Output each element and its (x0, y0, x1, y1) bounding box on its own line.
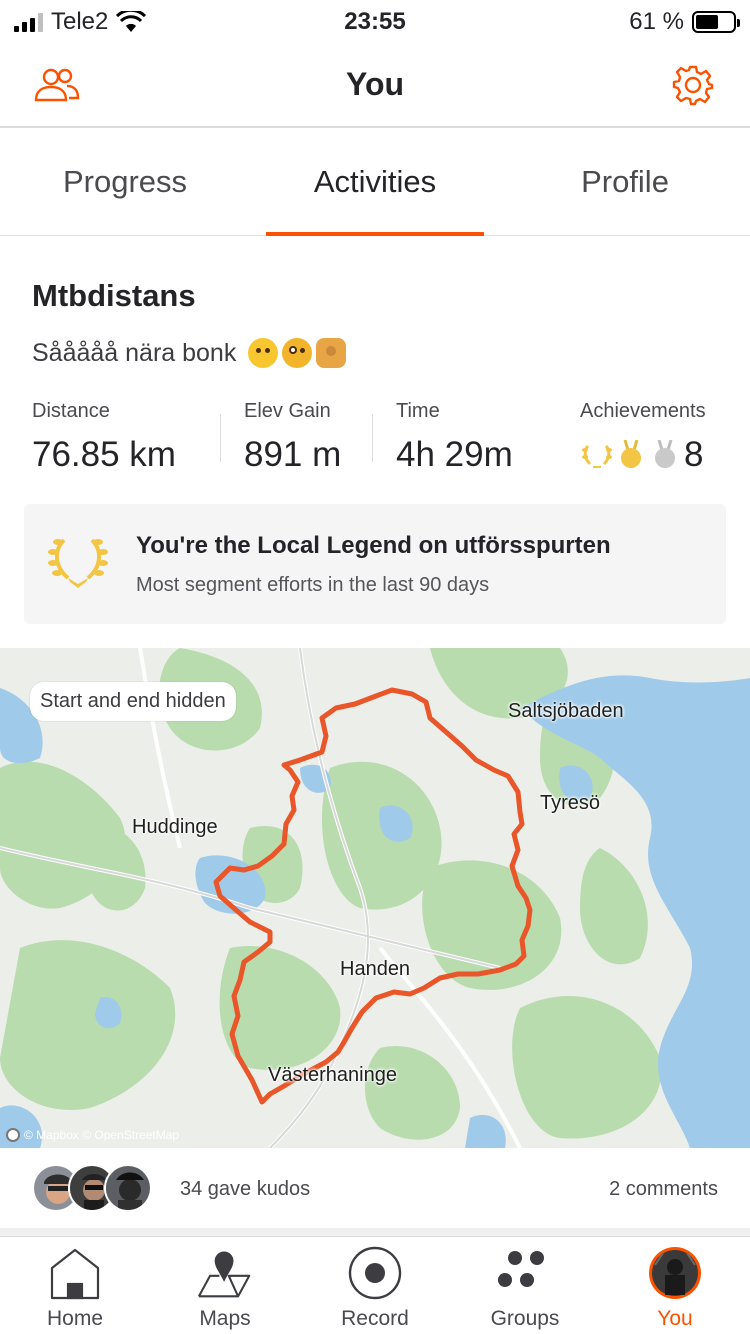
status-bar: Tele2 23:55 61 % (0, 0, 750, 44)
comments-count[interactable]: 2 comments (609, 1178, 718, 1201)
stat-label: Time (396, 400, 440, 422)
stat-label: Elev Gain (244, 400, 331, 422)
activity-map[interactable]: Start and end hidden Saltsjöbaden Tyresö… (0, 648, 750, 1148)
stat-value: 891 m (244, 435, 342, 474)
stat-label: Distance (32, 400, 110, 422)
map-attribution[interactable]: © Mapbox © OpenStreetMap (6, 1128, 179, 1142)
local-legend-laurel-icon (48, 538, 108, 588)
tabbar-label: Groups (490, 1307, 560, 1330)
kudos-row: 34 gave kudos 2 comments (0, 1148, 750, 1230)
kudos-avatars[interactable] (32, 1164, 152, 1212)
tabbar-groups[interactable]: Groups (450, 1237, 600, 1334)
top-header: You (0, 44, 750, 128)
map-icon (197, 1251, 251, 1298)
place-label-saltsjobaden: Saltsjöbaden (508, 700, 624, 722)
local-legend-card[interactable]: You're the Local Legend on utförsspurten… (24, 504, 726, 624)
stat-label: Achievements (580, 400, 706, 422)
profile-avatar-icon (649, 1247, 701, 1299)
stat-value: 76.85 km (32, 435, 176, 474)
tabbar-you[interactable]: You (600, 1237, 750, 1334)
stat-distance: Distance 76.85 km (32, 400, 176, 475)
silver-medal-icon (655, 440, 675, 468)
status-right: 61 % (629, 8, 740, 36)
tabbar-label: Maps (199, 1307, 251, 1330)
local-legend-title: You're the Local Legend on utförsspurten (136, 532, 611, 559)
place-label-handen: Handen (340, 958, 411, 980)
tabbar-label: Record (341, 1307, 409, 1330)
stat-time: Time 4h 29m (396, 400, 513, 475)
grinning-sweat-emoji-icon (248, 338, 279, 368)
mapbox-logo-icon (6, 1128, 20, 1142)
stat-value: 4h 29m (396, 435, 513, 474)
stat-value: 8 (580, 435, 706, 475)
tabbar-maps[interactable]: Maps (150, 1237, 300, 1334)
place-label-vasterhaninge: Västerhaninge (268, 1064, 397, 1086)
activity-stats: Distance 76.85 km Elev Gain 891 m Time 4… (32, 400, 732, 480)
tab-activities[interactable]: Activities (250, 130, 500, 236)
activity-description-text: Sååååå nära bonk (32, 338, 237, 367)
tabbar-home[interactable]: Home (0, 1237, 150, 1334)
avatar-photo-icon (106, 1166, 150, 1210)
home-icon (50, 1248, 100, 1300)
page-title: You (345, 66, 405, 102)
battery-percent: 61 % (629, 8, 684, 35)
tab-profile[interactable]: Profile (500, 130, 750, 235)
zany-face-emoji-icon (282, 338, 313, 368)
privacy-badge: Start and end hidden (30, 682, 236, 721)
gold-medal-icon (621, 440, 641, 468)
avatar (104, 1164, 152, 1212)
gear-icon (672, 65, 714, 106)
place-label-huddinge: Huddinge (132, 816, 218, 838)
laurel-icon (582, 444, 612, 468)
stat-elev-gain: Elev Gain 891 m (244, 400, 341, 475)
local-legend-subtitle: Most segment efforts in the last 90 days (136, 574, 490, 596)
tabbar-label: You (657, 1307, 693, 1330)
bottom-tab-bar: Home Maps Record Groups You (0, 1236, 750, 1334)
activity-title[interactable]: Mtbdistans (32, 278, 196, 314)
shrug-emoji-icon (316, 338, 347, 368)
tabbar-label: Home (46, 1307, 104, 1330)
settings-button[interactable] (668, 62, 718, 108)
record-icon (348, 1246, 402, 1300)
place-label-tyreso: Tyresö (540, 792, 601, 814)
stat-divider (220, 414, 221, 462)
section-divider (0, 1228, 750, 1236)
battery-icon (692, 11, 740, 33)
kudos-count[interactable]: 34 gave kudos (180, 1178, 310, 1201)
map-attribution-text: © Mapbox © OpenStreetMap (24, 1128, 180, 1142)
groups-icon (498, 1251, 544, 1287)
tab-progress[interactable]: Progress (0, 130, 250, 235)
tabbar-record[interactable]: Record (300, 1237, 450, 1334)
stat-divider (372, 414, 373, 462)
activity-description: Sååååå nära bonk (32, 338, 347, 368)
stat-achievements[interactable]: Achievements 8 (580, 400, 706, 475)
profile-tabs: Progress Activities Profile (0, 130, 750, 236)
achievements-count: 8 (684, 435, 704, 474)
